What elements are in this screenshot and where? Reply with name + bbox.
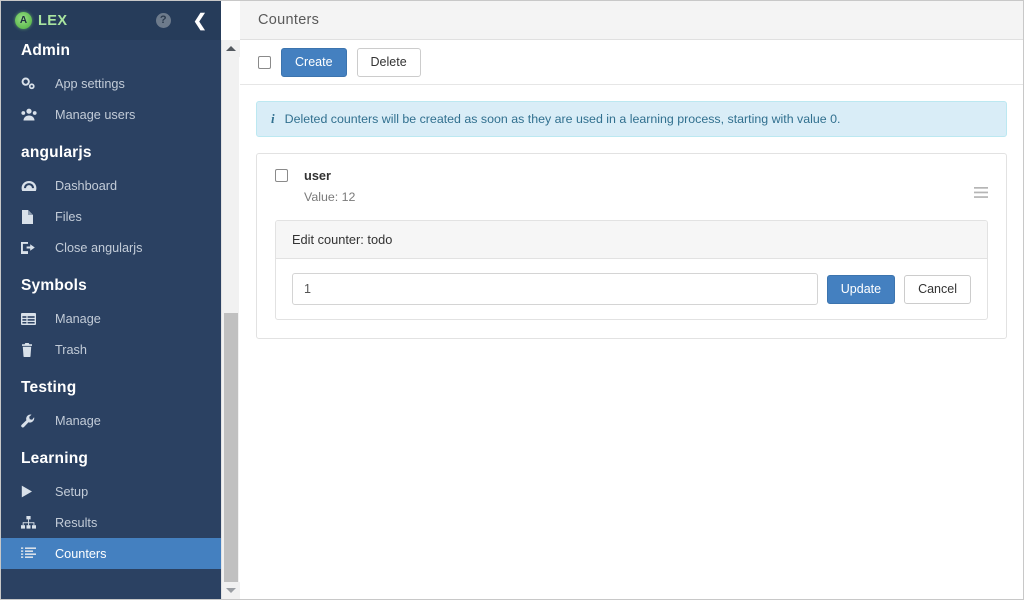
nav-group-learning: Learning Setup Results Counters (1, 436, 221, 569)
info-alert: i Deleted counters will be created as so… (256, 101, 1007, 137)
sidebar-item-label: Files (55, 209, 82, 224)
info-alert-text: Deleted counters will be created as soon… (284, 112, 841, 126)
nav-group-title-testing: Testing (21, 379, 77, 396)
action-bar: Create Delete (240, 40, 1023, 85)
sidebar-item-label: Setup (55, 484, 89, 499)
sidebar-item-label: Trash (55, 342, 87, 357)
dashboard-icon (21, 180, 43, 192)
wrench-icon (21, 413, 43, 428)
file-icon (21, 209, 43, 224)
counters-panel: user Value: 12 Edit counter: todo Update… (256, 153, 1007, 340)
main-content: Counters Create Delete i Deleted counter… (240, 1, 1023, 599)
sidebar-item-setup[interactable]: Setup (1, 476, 221, 507)
sidebar-scrollbar[interactable] (221, 40, 240, 599)
counter-details: user Value: 12 (288, 167, 970, 206)
sidebar-item-trash[interactable]: Trash (1, 334, 221, 365)
sign-out-icon (21, 241, 43, 254)
update-button[interactable]: Update (826, 274, 896, 304)
sidebar-brand-bar: A LEX ? ❮ (1, 1, 221, 40)
delete-button[interactable]: Delete (356, 47, 421, 77)
brand-name: LEX (38, 12, 68, 29)
sidebar-nav: Admin App settings Manage users angularj… (1, 40, 221, 569)
sidebar: A LEX ? ❮ Admin App settings Manage user… (1, 1, 240, 599)
page-header: Counters (240, 1, 1023, 40)
sidebar-item-label: Dashboard (55, 178, 118, 193)
sidebar-item-manage-users[interactable]: Manage users (1, 99, 221, 130)
sidebar-item-label: Manage users (55, 107, 136, 122)
sidebar-item-app-settings[interactable]: App settings (1, 68, 221, 99)
sidebar-item-counters[interactable]: Counters (1, 538, 221, 569)
sidebar-item-testing-manage[interactable]: Manage (1, 405, 221, 436)
trash-icon (21, 342, 43, 357)
sidebar-item-label: Close angularjs (55, 240, 143, 255)
gears-icon (21, 77, 43, 90)
edit-counter-title: Edit counter: todo (276, 221, 987, 260)
nav-group-title-symbols: Symbols (21, 277, 88, 294)
cancel-button[interactable]: Cancel (904, 274, 971, 304)
table-icon (21, 312, 43, 325)
nav-group-admin: Admin App settings Manage users (1, 40, 221, 130)
brand[interactable]: A LEX (15, 12, 156, 29)
brand-bar-icons: ? ❮ (155, 12, 209, 29)
select-all-checkbox[interactable] (258, 55, 271, 69)
caret-up-icon[interactable] (222, 40, 240, 57)
sidebar-scroll-zone: Admin App settings Manage users angularj… (1, 40, 221, 599)
caret-down-icon[interactable] (222, 582, 240, 599)
edit-counter-card: Edit counter: todo Update Cancel (275, 220, 988, 321)
counter-list-item[interactable]: user Value: 12 (257, 154, 1006, 220)
sidebar-item-label: Manage (55, 311, 101, 326)
nav-group-angularjs: angularjs Dashboard Files Close angularj… (1, 130, 221, 263)
page-title: Counters (258, 12, 320, 28)
counter-name: user (304, 168, 332, 183)
chevron-left-icon[interactable]: ❮ (193, 12, 207, 29)
nav-group-testing: Testing Manage (1, 365, 221, 436)
info-icon: i (271, 111, 275, 126)
sidebar-item-close-angularjs[interactable]: Close angularjs (1, 232, 221, 263)
nav-group-title-admin: Admin (21, 42, 71, 59)
counter-value: Value: 12 (304, 189, 356, 204)
counter-value-input[interactable] (292, 273, 818, 306)
list-ol-icon (21, 547, 43, 560)
question-circle-icon[interactable]: ? (155, 13, 171, 28)
users-icon (21, 108, 43, 121)
scrollbar-thumb[interactable] (224, 313, 238, 584)
sidebar-item-dashboard[interactable]: Dashboard (1, 170, 221, 201)
hamburger-menu-icon[interactable] (970, 175, 992, 198)
play-icon (21, 485, 43, 498)
sidebar-item-results[interactable]: Results (1, 507, 221, 538)
content-area: i Deleted counters will be created as so… (240, 85, 1023, 599)
sidebar-item-label: App settings (55, 76, 125, 91)
nav-group-title-angularjs: angularjs (21, 144, 92, 161)
nav-group-symbols: Symbols Manage Trash (1, 263, 221, 365)
counter-checkbox[interactable] (275, 169, 288, 182)
nav-group-title-learning: Learning (21, 450, 89, 467)
sidebar-item-label: Manage (55, 413, 101, 428)
sidebar-item-label: Counters (55, 546, 107, 561)
sidebar-item-files[interactable]: Files (1, 201, 221, 232)
app-logo-icon: A (15, 12, 32, 29)
app-window: A LEX ? ❮ Admin App settings Manage user… (0, 0, 1024, 600)
sidebar-item-symbols-manage[interactable]: Manage (1, 303, 221, 334)
create-button[interactable]: Create (281, 47, 347, 77)
sidebar-item-label: Results (55, 515, 98, 530)
edit-counter-body: Update Cancel (276, 259, 987, 319)
sitemap-icon (21, 516, 43, 529)
